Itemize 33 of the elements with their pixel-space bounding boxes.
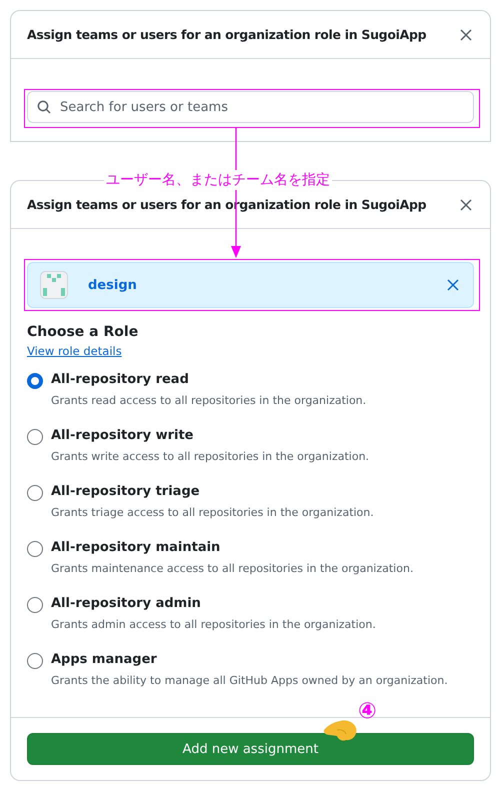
- role-name: All-repository admin: [51, 595, 202, 613]
- close-button[interactable]: [458, 196, 474, 212]
- role-description: Grants write access to all repositories in the organization.: [51, 450, 370, 463]
- role-description: Grants admin access to all repositories in the organization.: [51, 618, 377, 631]
- role-description: Grants the ability to manage all GitHub Apps owned by an organization.: [51, 674, 449, 687]
- radio-button[interactable]: [27, 373, 43, 389]
- radio-button[interactable]: [27, 597, 43, 613]
- role-name: All-repository read: [51, 371, 190, 389]
- radio-button[interactable]: [27, 653, 43, 669]
- remove-icon: [447, 279, 459, 291]
- team-avatar-icon: [40, 271, 68, 299]
- role-description: Grants read access to all repositories in the organization.: [51, 394, 368, 407]
- close-icon: [460, 28, 472, 40]
- step-number: ④: [358, 700, 377, 724]
- role-name: All-repository maintain: [51, 539, 222, 557]
- remove-button[interactable]: [445, 277, 461, 293]
- annotation-callout: ユーザー名、またはチーム名を指定: [104, 170, 332, 190]
- dialog-title: Assign teams or users for an organization role in SugoiApp: [27, 27, 426, 42]
- role-name: All-repository triage: [51, 483, 201, 501]
- team-name: design: [88, 278, 138, 292]
- section-heading: Choose a Role: [27, 324, 140, 340]
- close-button[interactable]: [458, 26, 474, 42]
- role-description: Grants triage access to all repositories in the organization.: [51, 506, 375, 519]
- close-icon: [460, 198, 472, 210]
- radio-button[interactable]: [27, 541, 43, 557]
- role-name: Apps manager: [51, 651, 158, 669]
- role-name: All-repository write: [51, 427, 194, 445]
- add-assignment-button[interactable]: Add new assignment: [27, 733, 474, 765]
- radio-button[interactable]: [27, 429, 43, 445]
- search-field[interactable]: Search for users or teams: [27, 91, 474, 123]
- radio-button[interactable]: [27, 485, 43, 501]
- role-details-link[interactable]: View role details: [27, 344, 122, 358]
- role-description: Grants maintenance access to all repositories in the organization.: [51, 562, 414, 575]
